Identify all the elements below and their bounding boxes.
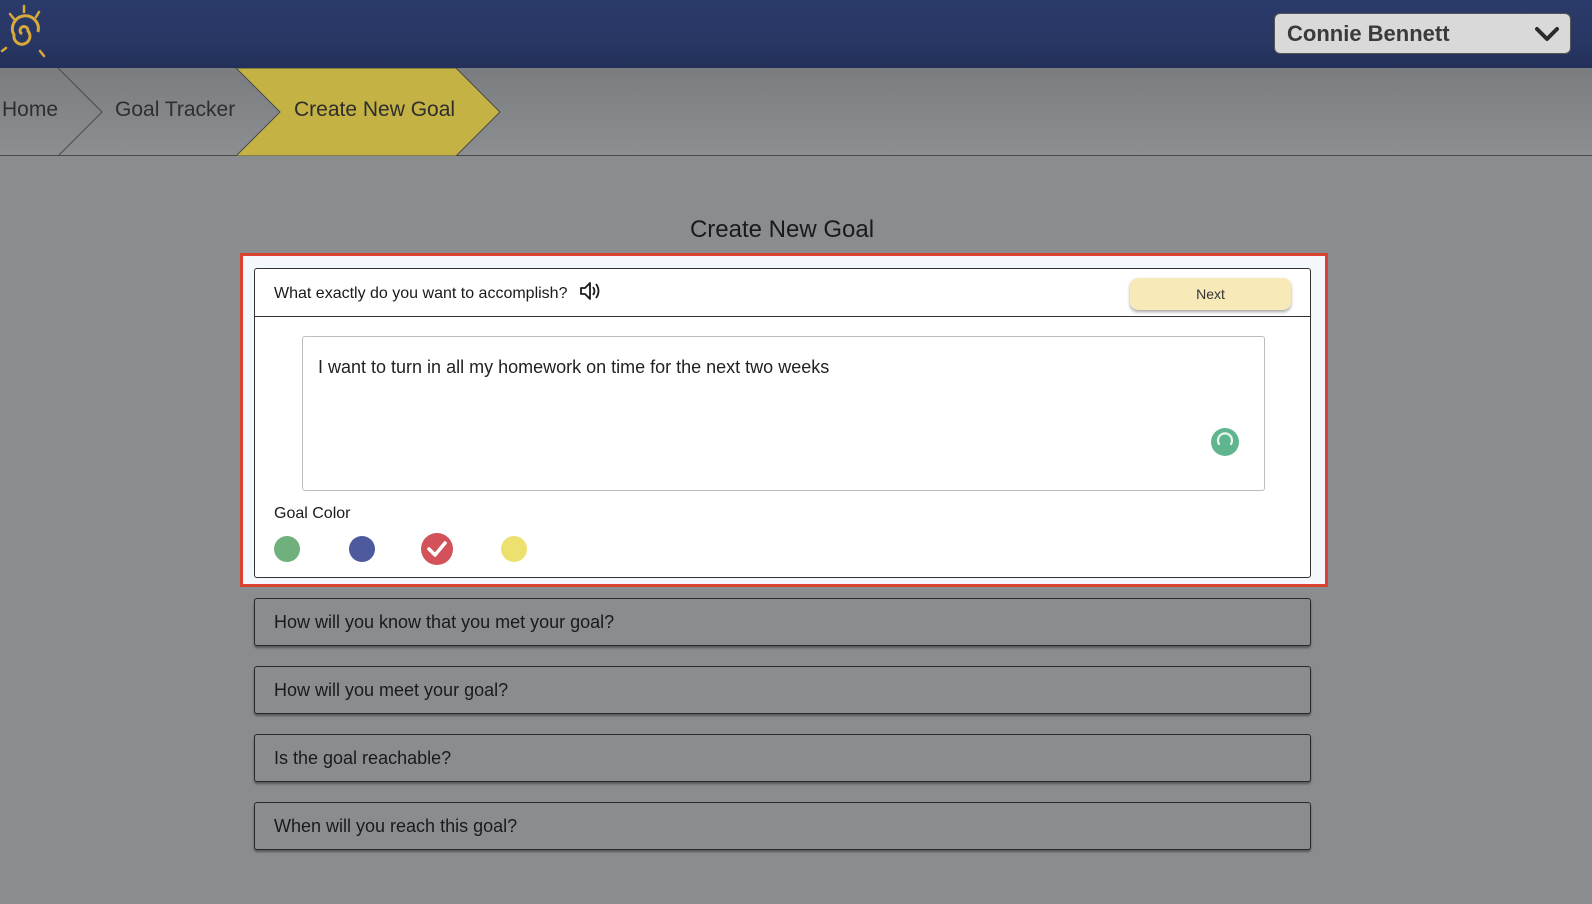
goal-answer-input[interactable]: I want to turn in all my homework on tim…	[302, 336, 1265, 491]
step-know-met-goal[interactable]: How will you know that you met your goal…	[254, 598, 1311, 646]
top-header: Connie Bennett	[0, 0, 1592, 68]
step-how-meet-goal[interactable]: How will you meet your goal?	[254, 666, 1311, 714]
color-swatch-green[interactable]	[274, 536, 300, 562]
step-goal-reachable[interactable]: Is the goal reachable?	[254, 734, 1311, 782]
speaker-icon[interactable]	[579, 281, 603, 301]
user-dropdown[interactable]: Connie Bennett	[1274, 13, 1571, 54]
color-swatch-red[interactable]	[421, 533, 453, 565]
user-name: Connie Bennett	[1287, 20, 1450, 46]
loading-spinner-icon	[1211, 428, 1239, 456]
breadcrumb-home[interactable]: Home	[2, 98, 58, 122]
checkmark-icon	[427, 541, 447, 557]
step-when-reach-goal[interactable]: When will you reach this goal?	[254, 802, 1311, 850]
color-swatch-blue[interactable]	[349, 536, 375, 562]
step-header: What exactly do you want to accomplish? …	[255, 269, 1310, 317]
breadcrumb-goal-tracker[interactable]: Goal Tracker	[115, 98, 235, 122]
breadcrumb: Home Goal Tracker Create New Goal	[0, 68, 1592, 156]
active-step-card: What exactly do you want to accomplish? …	[254, 268, 1311, 578]
step-question: What exactly do you want to accomplish?	[274, 285, 568, 302]
color-swatch-yellow[interactable]	[501, 536, 527, 562]
next-button[interactable]: Next	[1130, 278, 1291, 310]
chevron-down-icon	[1535, 27, 1559, 41]
breadcrumb-create-new-goal: Create New Goal	[294, 98, 456, 121]
sun-logo-icon[interactable]	[0, 4, 50, 62]
page-title: Create New Goal	[689, 216, 875, 243]
goal-color-label: Goal Color	[274, 505, 351, 522]
